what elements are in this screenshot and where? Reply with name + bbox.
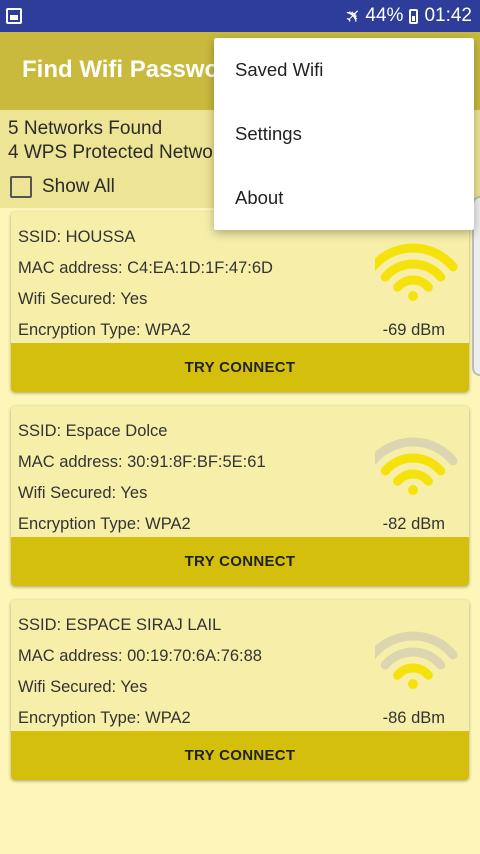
wifi-arc <box>393 275 433 292</box>
mac-address: MAC address: 30:91:8F:BF:5E:61 <box>18 453 266 471</box>
wifi-dot <box>408 485 418 495</box>
wifi-arc <box>380 453 446 476</box>
secured-status: Wifi Secured: Yes <box>18 678 148 696</box>
wifi-signal-icon <box>375 631 458 689</box>
signal-strength: -69 dBm <box>382 321 445 339</box>
status-bar: ✈ 44% 01:42 <box>0 0 480 32</box>
secured-status: Wifi Secured: Yes <box>18 290 148 308</box>
wifi-dot <box>408 679 418 689</box>
menu-item-saved-wifi[interactable]: Saved Wifi <box>214 38 474 102</box>
menu-item-about[interactable]: About <box>214 166 474 230</box>
encryption-type: Encryption Type: WPA2 <box>18 709 191 727</box>
gallery-icon <box>6 8 22 24</box>
overflow-menu: Saved Wifi Settings About <box>214 38 474 230</box>
ssid-label: SSID: ESPACE SIRAJ LAIL <box>18 616 222 634</box>
secured-status: Wifi Secured: Yes <box>18 484 148 502</box>
wifi-arc <box>393 663 433 680</box>
status-right: ✈ 44% 01:42 <box>340 3 472 29</box>
networks-found-count: 5 Networks Found <box>8 118 163 139</box>
mac-address: MAC address: C4:EA:1D:1F:47:6D <box>18 259 273 277</box>
try-connect-button[interactable]: TRY CONNECT <box>11 343 469 392</box>
encryption-type: Encryption Type: WPA2 <box>18 321 191 339</box>
encryption-type: Encryption Type: WPA2 <box>18 515 191 533</box>
app-title: Find Wifi Password <box>22 56 244 83</box>
wifi-signal-icon <box>375 243 458 301</box>
show-all-label: Show All <box>42 176 115 197</box>
wifi-arc <box>380 647 446 670</box>
network-card: SSID: ESPACE SIRAJ LAIL MAC address: 00:… <box>11 600 469 780</box>
mac-address: MAC address: 00:19:70:6A:76:88 <box>18 647 262 665</box>
ssid-label: SSID: HOUSSA <box>18 228 136 246</box>
menu-item-settings[interactable]: Settings <box>214 102 474 166</box>
wifi-signal-icon <box>375 437 458 495</box>
battery-icon <box>409 8 419 24</box>
signal-strength: -82 dBm <box>382 515 445 533</box>
show-all-toggle[interactable]: Show All <box>10 176 115 198</box>
try-connect-button[interactable]: TRY CONNECT <box>11 731 469 780</box>
show-all-checkbox[interactable] <box>10 176 32 198</box>
ssid-label: SSID: Espace Dolce <box>18 422 168 440</box>
clock: 01:42 <box>424 5 472 26</box>
airplane-mode-icon: ✈ <box>340 2 367 30</box>
wps-protected-count: 4 WPS Protected Networks <box>8 142 239 163</box>
try-connect-button[interactable]: TRY CONNECT <box>11 537 469 586</box>
network-card: SSID: Espace Dolce MAC address: 30:91:8F… <box>11 406 469 586</box>
wifi-arc <box>380 259 446 282</box>
wifi-arc <box>393 469 433 486</box>
signal-strength: -86 dBm <box>382 709 445 727</box>
wifi-dot <box>408 291 418 301</box>
network-card: SSID: HOUSSA MAC address: C4:EA:1D:1F:47… <box>11 212 469 392</box>
battery-percent: 44% <box>365 5 404 26</box>
